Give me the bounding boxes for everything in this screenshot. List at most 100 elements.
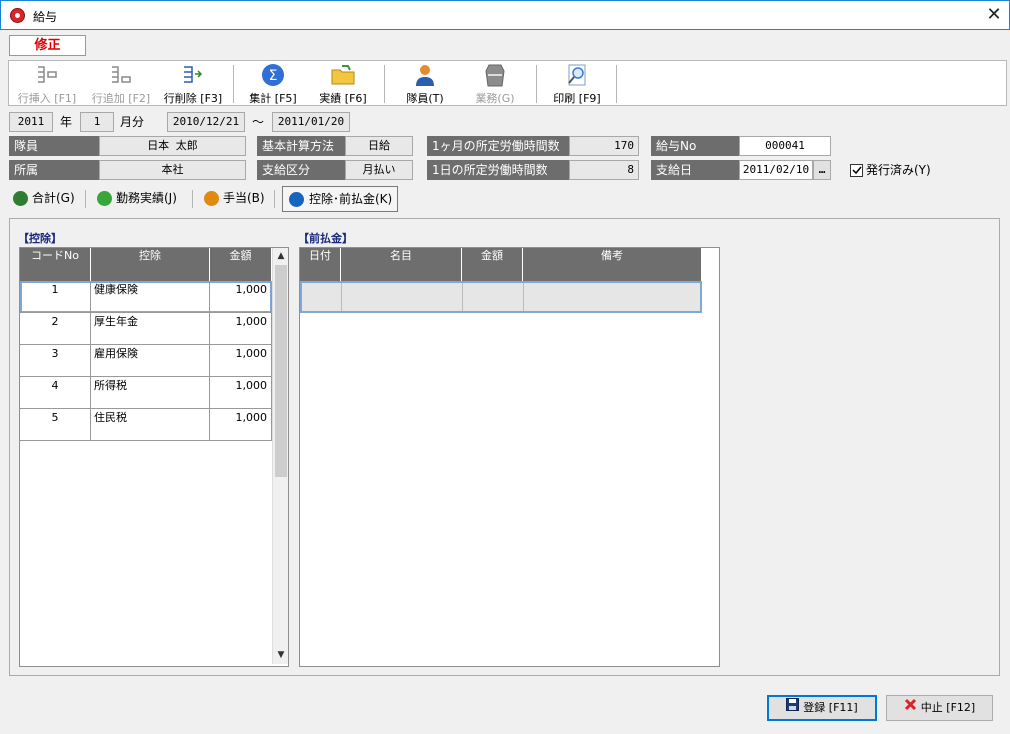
dollar-icon <box>97 191 112 206</box>
toolbar-separator <box>233 65 234 103</box>
register-button[interactable]: 登録 [F11] <box>767 695 877 721</box>
tab-panel: 【控除】 【前払金】 コードNo 控除 金額 1 健康保険 1,000 2 厚生… <box>9 218 1000 676</box>
cell-divider <box>462 283 463 311</box>
issued-checkbox[interactable] <box>850 164 863 177</box>
table-row-selected[interactable] <box>300 281 702 313</box>
column-header[interactable]: 名目 <box>341 248 462 281</box>
tab-total[interactable]: 合計(G) <box>10 186 75 212</box>
table-cell[interactable]: 1,000 <box>210 281 272 313</box>
cancel-button[interactable]: 中止 [F12] <box>886 695 993 721</box>
cell-divider <box>341 283 342 311</box>
pay-type-field: 月払い <box>345 160 413 180</box>
table-cell[interactable]: 所得税 <box>91 377 210 409</box>
pay-date-picker-button[interactable]: … <box>813 160 831 180</box>
insert-row-button[interactable]: 行挿入 [F1] <box>13 63 81 105</box>
sigma-icon: Σ <box>260 63 286 87</box>
check-icon <box>852 166 862 175</box>
toolbar-separator <box>384 65 385 103</box>
table-cell[interactable]: 厚生年金 <box>91 313 210 345</box>
tab-separator <box>192 190 193 208</box>
folder-icon <box>330 63 356 87</box>
table-cell[interactable]: 1,000 <box>210 409 272 441</box>
daily-hours-field: 8 <box>569 160 639 180</box>
table-cell[interactable]: 5 <box>20 409 91 441</box>
dept-label: 所属 <box>9 160 99 180</box>
period-tilde: ～ <box>252 115 265 129</box>
table-cell[interactable]: 4 <box>20 377 91 409</box>
title-bar: 給与 ✕ <box>0 0 1010 30</box>
toolbar-separator <box>536 65 537 103</box>
advance-title: 【前払金】 <box>298 232 353 245</box>
issued-label[interactable]: 発行済み(Y) <box>866 160 931 180</box>
delete-row-icon <box>180 63 206 87</box>
year-unit: 年 <box>60 115 73 129</box>
coin-icon <box>204 191 219 206</box>
print-preview-icon <box>564 63 590 87</box>
column-header[interactable]: 金額 <box>210 248 272 281</box>
advance-grid[interactable]: 日付 名目 金額 備考 <box>299 247 720 667</box>
table-cell[interactable]: 住民税 <box>91 409 210 441</box>
tab-deduction-advance[interactable]: 控除･前払金(K) <box>282 186 398 212</box>
mode-badge: 修正 <box>9 35 86 56</box>
close-button[interactable]: ✕ <box>981 4 1007 28</box>
print-button[interactable]: 印刷 [F9] <box>545 63 609 105</box>
vest-icon <box>482 63 508 87</box>
table-cell[interactable]: 1,000 <box>210 377 272 409</box>
month-unit: 月分 <box>120 115 145 129</box>
column-header[interactable]: コードNo <box>20 248 91 281</box>
euro-icon <box>289 192 304 207</box>
deduction-grid[interactable]: コードNo 控除 金額 1 健康保険 1,000 2 厚生年金 1,000 3 … <box>19 247 289 667</box>
tab-allowance[interactable]: 手当(B) <box>201 186 265 212</box>
monthly-hours-label: 1ヶ月の所定労働時間数 <box>427 136 569 156</box>
people-icon <box>13 191 28 206</box>
red-x-icon <box>904 696 917 720</box>
scroll-up-icon[interactable]: ▲ <box>273 248 288 264</box>
salary-no-field[interactable]: 000041 <box>739 136 831 156</box>
scroll-thumb[interactable] <box>275 265 287 477</box>
calc-method-field: 日給 <box>345 136 413 156</box>
table-cell[interactable]: 雇用保険 <box>91 345 210 377</box>
salary-no-label: 給与No <box>651 136 739 156</box>
pay-date-field[interactable]: 2011/02/10 <box>739 160 813 180</box>
actuals-button[interactable]: 実績 [F6] <box>311 63 375 105</box>
scroll-down-icon[interactable]: ▼ <box>273 647 288 663</box>
year-field[interactable]: 2011 <box>9 112 53 132</box>
member-field: 日本 太郎 <box>99 136 246 156</box>
table-cell[interactable]: 1,000 <box>210 313 272 345</box>
toolbar-separator <box>616 65 617 103</box>
table-cell[interactable]: 1 <box>20 281 91 313</box>
month-field[interactable]: 1 <box>80 112 114 132</box>
column-header[interactable]: 控除 <box>91 248 210 281</box>
column-header[interactable]: 日付 <box>300 248 341 281</box>
business-button[interactable]: 業務(G) <box>463 63 527 105</box>
delete-row-button[interactable]: 行削除 [F3] <box>159 63 227 105</box>
pay-date-label: 支給日 <box>651 160 739 180</box>
table-cell[interactable]: 2 <box>20 313 91 345</box>
period-to-field: 2011/01/20 <box>272 112 350 132</box>
member-label: 隊員 <box>9 136 99 156</box>
save-icon <box>786 697 800 719</box>
pay-type-label: 支給区分 <box>257 160 345 180</box>
vertical-scrollbar[interactable]: ▲ ▼ <box>272 248 288 664</box>
column-header[interactable]: 金額 <box>462 248 523 281</box>
insert-row-icon <box>34 63 60 87</box>
table-cell[interactable]: 3 <box>20 345 91 377</box>
table-cell[interactable]: 健康保険 <box>91 281 210 313</box>
add-row-icon <box>108 63 134 87</box>
daily-hours-label: 1日の所定労働時間数 <box>427 160 569 180</box>
person-icon <box>412 63 438 87</box>
add-row-button[interactable]: 行追加 [F2] <box>87 63 155 105</box>
column-header[interactable]: 備考 <box>523 248 702 281</box>
aggregate-button[interactable]: Σ 集計 [F5] <box>241 63 305 105</box>
tab-work-record[interactable]: 勤務実績(J) <box>94 186 177 212</box>
member-button[interactable]: 隊員(T) <box>393 63 457 105</box>
app-icon <box>10 8 25 23</box>
toolbar: 行挿入 [F1] 行追加 [F2] 行削除 [F3] Σ 集計 [F5] 実績 … <box>8 60 1007 106</box>
monthly-hours-field: 170 <box>569 136 639 156</box>
cell-divider <box>523 283 524 311</box>
svg-text:Σ: Σ <box>269 68 278 84</box>
table-cell[interactable]: 1,000 <box>210 345 272 377</box>
window-title: 給与 <box>33 10 58 24</box>
tab-separator <box>85 190 86 208</box>
tab-separator <box>274 190 275 208</box>
